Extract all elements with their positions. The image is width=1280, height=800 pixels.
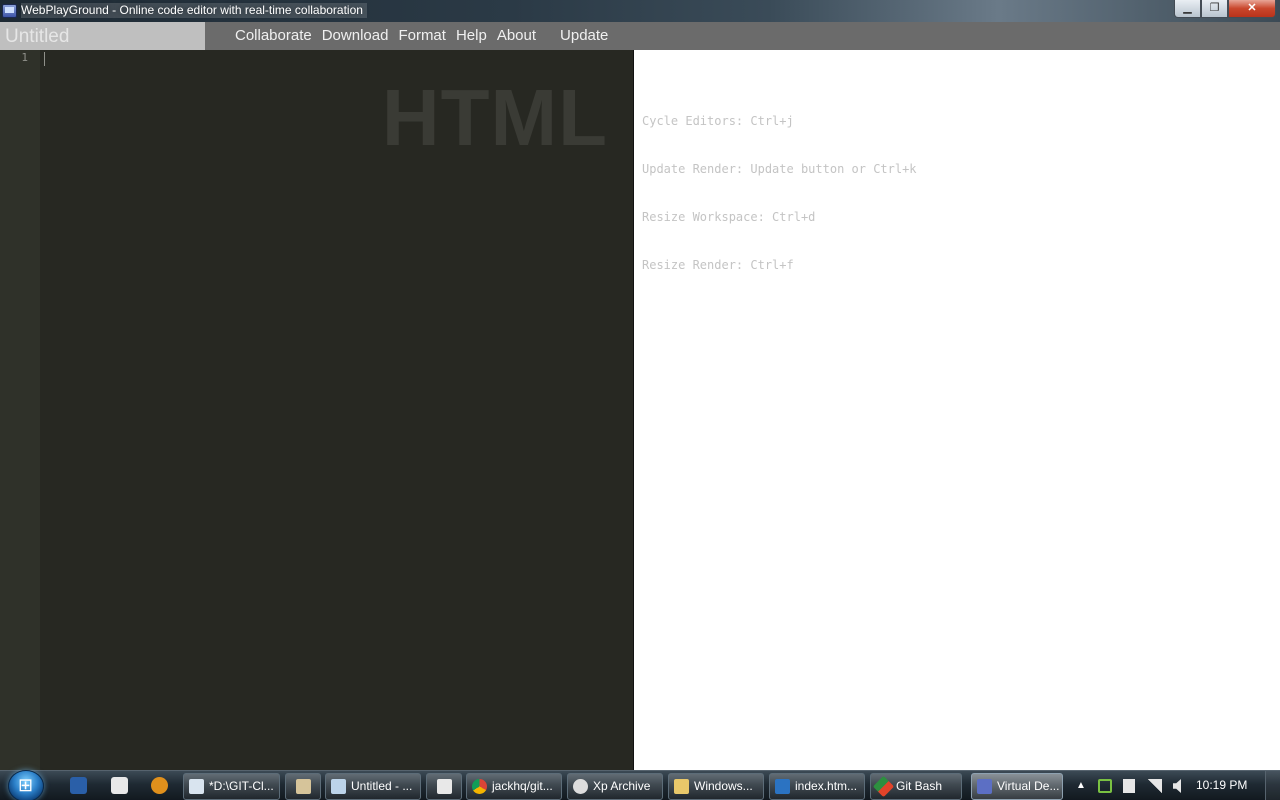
volume-icon[interactable] (1173, 779, 1181, 793)
task-chrome[interactable]: jackhq/git... (466, 773, 562, 800)
task-app-square-2[interactable] (426, 773, 462, 800)
window-title-bar[interactable]: WebPlayGround - Online code editor with … (0, 0, 1280, 22)
menu-download[interactable]: Download (322, 22, 389, 50)
window-title: WebPlayGround - Online code editor with … (21, 3, 367, 18)
notepad-icon (189, 779, 204, 794)
line-number: 1 (21, 51, 28, 64)
render-panel[interactable]: Cycle Editors: Ctrl+j Update Render: Upd… (634, 50, 1280, 770)
task-app-square-1[interactable] (285, 773, 321, 800)
chrome-icon (472, 779, 487, 794)
menu-items: Collaborate Download Format Help About U… (235, 22, 618, 50)
hint-update-render: Update Render: Update button or Ctrl+k (642, 162, 917, 176)
document-icon (331, 779, 346, 794)
play-icon (573, 779, 588, 794)
calculator-icon[interactable] (111, 777, 128, 794)
powershell-icon[interactable] (70, 777, 87, 794)
app-icon (2, 4, 17, 18)
task-virtual-desktop[interactable]: Virtual De... (971, 773, 1063, 800)
task-untitled[interactable]: Untitled - ... (325, 773, 421, 800)
hint-cycle-editors: Cycle Editors: Ctrl+j (642, 114, 794, 128)
menu-help[interactable]: Help (456, 22, 487, 50)
media-player-icon[interactable] (151, 777, 168, 794)
app-menu-bar: Untitled Collaborate Download Format Hel… (0, 22, 1280, 50)
task-windows-explorer[interactable]: Windows... (668, 773, 764, 800)
task-xp-archive[interactable]: Xp Archive (567, 773, 663, 800)
menu-format[interactable]: Format (398, 22, 446, 50)
minimize-button[interactable]: ▁ (1174, 0, 1201, 18)
menu-about[interactable]: About (497, 22, 536, 50)
task-label: jackhq/git... (492, 779, 553, 793)
shortcut-hints: Cycle Editors: Ctrl+j Update Render: Upd… (642, 81, 917, 305)
network-signal-icon[interactable] (1148, 779, 1162, 793)
text-cursor (44, 52, 45, 66)
git-icon (872, 775, 895, 798)
folder-icon (674, 779, 689, 794)
task-label: *D:\GIT-Cl... (209, 779, 274, 793)
taskbar: *D:\GIT-Cl... Untitled - ... jackhq/git.… (0, 770, 1280, 800)
nvidia-tray-icon[interactable] (1098, 779, 1112, 793)
task-label: index.htm... (795, 779, 858, 793)
task-label: Git Bash (896, 779, 943, 793)
tray-expand-icon[interactable]: ▲ (1076, 780, 1086, 791)
calculator-icon (437, 779, 452, 794)
show-desktop-button[interactable] (1265, 771, 1280, 800)
close-button[interactable]: ✕ (1228, 0, 1276, 18)
line-gutter: 1 (0, 50, 40, 770)
task-git-bash[interactable]: Git Bash (870, 773, 962, 800)
device-tray-icon[interactable] (1123, 779, 1135, 793)
document-name-field[interactable]: Untitled (0, 22, 205, 50)
clock[interactable]: 10:19 PM (1196, 778, 1247, 792)
task-label: Untitled - ... (351, 779, 413, 793)
hint-resize-workspace: Resize Workspace: Ctrl+d (642, 210, 816, 224)
task-label: Xp Archive (593, 779, 651, 793)
task-index-html[interactable]: index.htm... (769, 773, 865, 800)
task-label: Windows... (694, 779, 753, 793)
restore-button[interactable]: ❐ (1201, 0, 1228, 18)
code-editor[interactable]: 1 HTML (0, 50, 634, 770)
editor-icon (775, 779, 790, 794)
editor-mode-watermark: HTML (381, 73, 608, 162)
update-button[interactable]: Update (560, 22, 608, 50)
hint-resize-render: Resize Render: Ctrl+f (642, 258, 794, 272)
task-label: Virtual De... (997, 779, 1060, 793)
start-button[interactable] (8, 770, 44, 800)
monitor-icon (977, 779, 992, 794)
archive-icon (296, 779, 311, 794)
menu-collaborate[interactable]: Collaborate (235, 22, 312, 50)
task-notepad-git[interactable]: *D:\GIT-Cl... (183, 773, 280, 800)
